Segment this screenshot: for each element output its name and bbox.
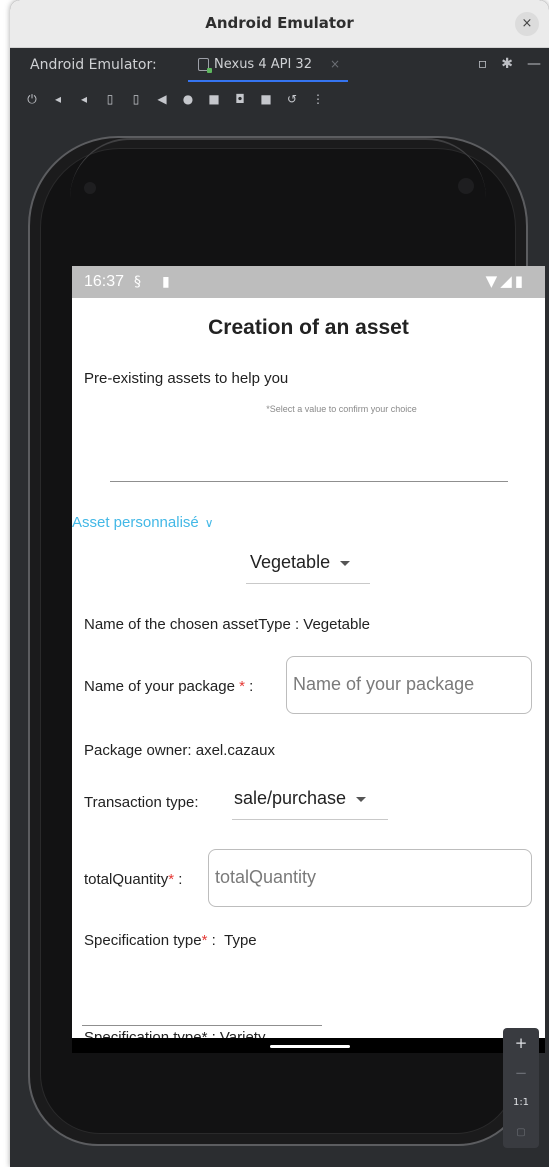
speaker-icon [84, 182, 96, 194]
chevron-down-icon: ∨ [204, 516, 214, 530]
total-quantity-label-text: totalQuantity [84, 871, 169, 888]
label-separator: : [207, 932, 216, 949]
package-owner-text: Package owner: axel.cazaux [84, 742, 275, 759]
asset-search-field[interactable] [110, 481, 508, 482]
tab-label: Nexus 4 API 32 [214, 57, 312, 72]
overview-icon[interactable]: ■ [208, 92, 220, 106]
volume-up-icon[interactable]: ◂ [52, 92, 64, 106]
specification-type-row: Specification type* : Type [84, 932, 257, 949]
package-name-label: Name of your package * : [84, 678, 253, 695]
screenshot-icon[interactable]: ◘ [234, 92, 246, 106]
transaction-type-label: Transaction type: [84, 794, 199, 811]
more-icon[interactable]: ⋮ [312, 92, 324, 106]
total-quantity-placeholder: totalQuantity [215, 867, 317, 887]
gear-icon[interactable]: ✱ [501, 56, 513, 72]
zoom-controls: + − 1:1 ▢ [503, 1028, 539, 1148]
phone-screen[interactable]: 16:37 § ▮ ▼ ◢ ▮ Creation of an asset Pre… [72, 266, 545, 1053]
asset-type-value: Vegetable [250, 552, 331, 572]
window-mode-icon[interactable]: ▫ [478, 56, 488, 72]
package-name-input[interactable]: Name of your package [286, 656, 532, 714]
notification-icon: § [134, 274, 141, 290]
page-title: Creation of an asset [208, 316, 409, 339]
camera-icon [458, 178, 474, 194]
asset-personnalise-link[interactable]: Asset personnalisé ∨ [72, 514, 214, 531]
android-status-bar: 16:37 § ▮ ▼ ◢ ▮ [72, 266, 545, 298]
select-hint: *Select a value to confirm your choice [266, 404, 417, 414]
phone-frame: 16:37 § ▮ ▼ ◢ ▮ Creation of an asset Pre… [28, 136, 545, 1146]
transaction-type-dropdown[interactable]: sale/purchase [232, 788, 388, 820]
emulator-tabbar: Android Emulator: Nexus 4 API 32 × ▫ ✱ — [10, 48, 549, 82]
total-quantity-label: totalQuantity* : [84, 871, 182, 888]
tab-nexus-4[interactable]: Nexus 4 API 32 × [188, 48, 348, 82]
asset-link-label: Asset personnalisé [72, 514, 199, 531]
snapshot-icon[interactable]: ↺ [286, 92, 298, 106]
volume-down-icon[interactable]: ◂ [78, 92, 90, 106]
tabbar-prefix: Android Emulator: [30, 57, 157, 73]
window-titlebar: Android Emulator × [10, 0, 549, 48]
record-icon[interactable]: ■ [260, 92, 272, 106]
wifi-icon: ▼ [485, 272, 498, 290]
signal-icon: ◢ [500, 272, 512, 290]
pre-existing-assets-label: Pre-existing assets to help you [84, 370, 289, 387]
sd-card-icon: ▮ [162, 274, 170, 290]
fit-screen-icon[interactable]: ▢ [503, 1118, 539, 1148]
spec-type-value: Type [224, 932, 257, 949]
status-right-icons: ▼ ◢ ▮ [486, 272, 523, 290]
package-name-placeholder: Name of your package [293, 674, 475, 694]
chosen-asset-type-text: Name of the chosen assetType : Vegetable [84, 616, 371, 633]
rotate-right-icon[interactable]: ▯ [130, 92, 142, 106]
status-time: 16:37 [84, 273, 125, 290]
gesture-handle[interactable] [270, 1045, 350, 1048]
total-quantity-input[interactable]: totalQuantity [208, 849, 532, 907]
battery-icon: ▮ [514, 272, 523, 290]
package-name-label-text: Name of your package [84, 678, 235, 695]
power-icon[interactable]: ⏻ [26, 92, 38, 106]
dropdown-arrow-icon [356, 796, 367, 802]
close-icon[interactable]: × [515, 12, 539, 36]
spec-type-label: Specification type [84, 932, 202, 949]
zoom-one-to-one-button[interactable]: 1:1 [503, 1088, 539, 1118]
tab-close-icon[interactable]: × [330, 57, 340, 71]
spec-field-underline [82, 1025, 322, 1026]
app-content: Creation of an asset Pre-existing assets… [72, 298, 545, 1046]
label-separator: : [244, 678, 254, 695]
zoom-out-button[interactable]: − [503, 1058, 539, 1088]
minimize-icon[interactable]: — [527, 56, 541, 72]
transaction-type-value: sale/purchase [234, 788, 347, 808]
back-icon[interactable]: ◀ [156, 92, 168, 106]
asset-type-dropdown[interactable]: Vegetable [246, 552, 370, 584]
phone-edge-highlight [70, 138, 486, 198]
device-icon [198, 58, 212, 73]
emulator-window: Android Emulator × Android Emulator: Nex… [10, 0, 549, 1167]
rotate-left-icon[interactable]: ▯ [104, 92, 116, 106]
android-nav-bar [72, 1038, 545, 1053]
home-icon[interactable]: ● [182, 92, 194, 106]
label-separator: : [174, 871, 183, 888]
emulator-display-area: 16:37 § ▮ ▼ ◢ ▮ Creation of an asset Pre… [10, 116, 549, 1167]
tabbar-actions: ▫ ✱ — [478, 56, 541, 72]
window-title: Android Emulator [205, 14, 354, 32]
zoom-in-button[interactable]: + [503, 1028, 539, 1058]
emulator-toolbar: ⏻ ◂ ◂ ▯ ▯ ◀ ● ■ ◘ ■ ↺ ⋮ [10, 82, 549, 116]
dropdown-arrow-icon [340, 560, 351, 566]
